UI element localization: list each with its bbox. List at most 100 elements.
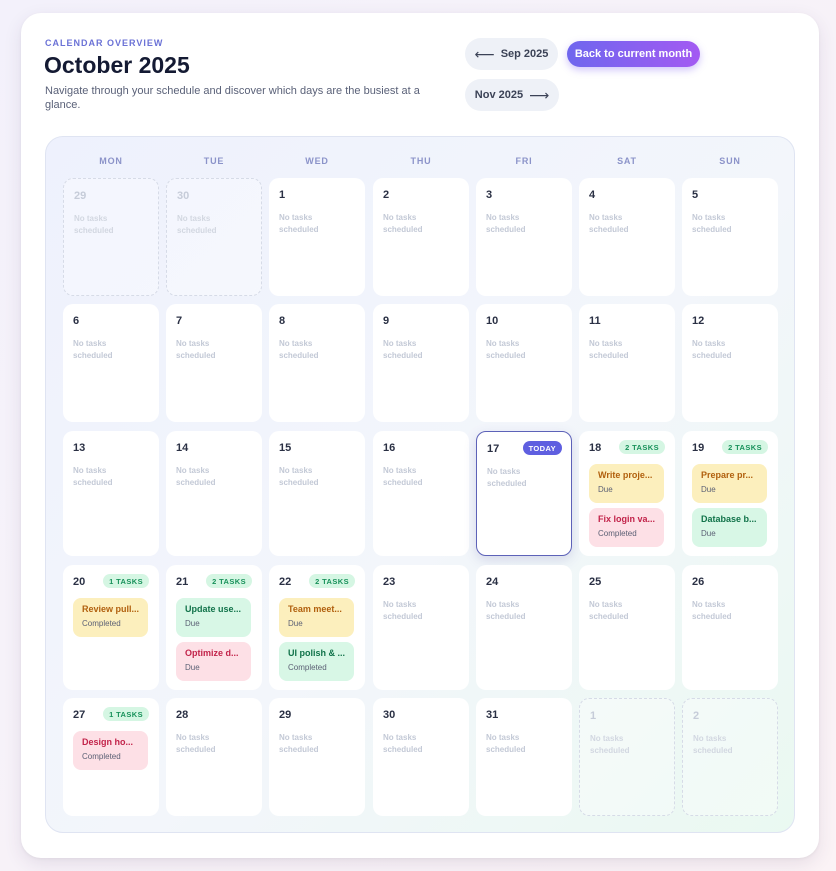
task-chip[interactable]: UI polish & ... Completed: [279, 642, 354, 681]
day-cell[interactable]: 11 No tasks scheduled: [579, 304, 675, 422]
day-number: 23: [383, 576, 396, 588]
no-tasks-text: No tasks scheduled: [73, 339, 113, 360]
weekday-header: MON: [99, 156, 123, 166]
no-tasks-text: No tasks scheduled: [487, 467, 527, 488]
day-number: 17: [487, 443, 500, 455]
day-cell-outside[interactable]: 29 No tasks scheduled: [63, 178, 159, 296]
day-cell[interactable]: 15 No tasks scheduled: [269, 431, 365, 556]
no-tasks-text: No tasks scheduled: [74, 214, 114, 235]
no-tasks-text: No tasks scheduled: [589, 339, 629, 360]
day-cell[interactable]: 16 No tasks scheduled: [373, 431, 469, 556]
day-number: 5: [692, 189, 699, 201]
task-chip[interactable]: Update use... Due: [176, 598, 251, 637]
no-tasks-text: No tasks scheduled: [486, 733, 526, 754]
day-number: 2: [383, 189, 390, 201]
day-cell[interactable]: 1 No tasks scheduled: [269, 178, 365, 296]
day-number: 13: [73, 442, 86, 454]
day-cell[interactable]: 6 No tasks scheduled: [63, 304, 159, 422]
page-title: October 2025: [44, 52, 190, 78]
weekday-header: SAT: [617, 156, 637, 166]
task-title: Optimize d...: [185, 648, 239, 658]
day-number: 24: [486, 576, 499, 588]
day-cell[interactable]: 26 No tasks scheduled: [682, 565, 778, 690]
day-number: 26: [692, 576, 705, 588]
task-chip[interactable]: Review pull... Completed: [73, 598, 148, 637]
no-tasks-text: No tasks scheduled: [383, 339, 423, 360]
day-cell[interactable]: 21 2 TASKS Update use... Due Optimize d... Du…: [166, 565, 262, 690]
calendar-grid: MON TUE WED THU FRI SAT SUN 29 No tasks schedule…: [45, 136, 795, 833]
day-cell[interactable]: 19 2 TASKS Prepare pr... Due Database b... Du…: [682, 431, 778, 556]
task-chip[interactable]: Design ho... Completed: [73, 731, 148, 770]
day-cell[interactable]: 25 No tasks scheduled: [579, 565, 675, 690]
day-cell[interactable]: 28 No tasks scheduled: [166, 698, 262, 816]
day-cell[interactable]: 24 No tasks scheduled: [476, 565, 572, 690]
no-tasks-text: No tasks scheduled: [693, 734, 733, 755]
next-month-button[interactable]: Nov 2025 ⟶: [465, 79, 559, 111]
day-number: 12: [692, 315, 705, 327]
task-chip[interactable]: Fix login va... Completed: [589, 508, 664, 547]
day-number: 27: [73, 709, 86, 721]
no-tasks-text: No tasks scheduled: [383, 733, 423, 754]
day-number: 14: [176, 442, 189, 454]
task-chip[interactable]: Database b... Due: [692, 508, 767, 547]
day-cell[interactable]: 9 No tasks scheduled: [373, 304, 469, 422]
task-chip[interactable]: Write proje... Due: [589, 464, 664, 503]
day-cell[interactable]: 30 No tasks scheduled: [373, 698, 469, 816]
next-month-label: Nov 2025: [474, 89, 524, 101]
day-number: 30: [383, 709, 396, 721]
day-cell[interactable]: 20 1 TASKS Review pull... Completed: [63, 565, 159, 690]
task-status: Due: [185, 619, 200, 628]
day-cell[interactable]: 29 No tasks scheduled: [269, 698, 365, 816]
day-cell[interactable]: 14 No tasks scheduled: [166, 431, 262, 556]
day-number: 28: [176, 709, 189, 721]
prev-month-label: Sep 2025: [500, 48, 549, 60]
calendar-card: CALENDAR OVERVIEW October 2025 Navigate …: [21, 13, 819, 858]
day-cell[interactable]: 22 2 TASKS Team meet... Due UI polish & ... C…: [269, 565, 365, 690]
no-tasks-text: No tasks scheduled: [589, 213, 629, 234]
day-cell[interactable]: 13 No tasks scheduled: [63, 431, 159, 556]
day-number: 19: [692, 442, 705, 454]
day-cell[interactable]: 31 No tasks scheduled: [476, 698, 572, 816]
no-tasks-text: No tasks scheduled: [177, 214, 217, 235]
day-number: 11: [589, 315, 601, 327]
no-tasks-text: No tasks scheduled: [279, 213, 319, 234]
no-tasks-text: No tasks scheduled: [176, 339, 216, 360]
day-number: 18: [589, 442, 602, 454]
prev-month-button[interactable]: ⟵ Sep 2025: [465, 38, 558, 70]
day-cell[interactable]: 12 No tasks scheduled: [682, 304, 778, 422]
task-chip[interactable]: Prepare pr... Due: [692, 464, 767, 503]
day-cell[interactable]: 8 No tasks scheduled: [269, 304, 365, 422]
day-cell[interactable]: 18 2 TASKS Write proje... Due Fix login va..…: [579, 431, 675, 556]
day-number: 29: [279, 709, 292, 721]
task-title: Fix login va...: [598, 514, 655, 524]
day-cell[interactable]: 7 No tasks scheduled: [166, 304, 262, 422]
day-cell[interactable]: 3 No tasks scheduled: [476, 178, 572, 296]
day-cell-outside[interactable]: 1 No tasks scheduled: [579, 698, 675, 816]
day-number: 9: [383, 315, 390, 327]
task-title: Prepare pr...: [701, 470, 754, 480]
no-tasks-text: No tasks scheduled: [486, 213, 526, 234]
task-status: Completed: [82, 619, 121, 628]
task-chip[interactable]: Team meet... Due: [279, 598, 354, 637]
day-cell[interactable]: 27 1 TASKS Design ho... Completed: [63, 698, 159, 816]
no-tasks-text: No tasks scheduled: [383, 466, 423, 487]
task-chip[interactable]: Optimize d... Due: [176, 642, 251, 681]
current-month-button[interactable]: Back to current month: [567, 41, 700, 67]
day-cell[interactable]: 23 No tasks scheduled: [373, 565, 469, 690]
task-title: Team meet...: [288, 604, 342, 614]
day-cell[interactable]: 2 No tasks scheduled: [373, 178, 469, 296]
day-cell-today[interactable]: 17 TODAY No tasks scheduled: [476, 431, 572, 556]
task-status: Due: [701, 485, 716, 494]
no-tasks-text: No tasks scheduled: [692, 213, 732, 234]
task-title: Database b...: [701, 514, 757, 524]
day-cell[interactable]: 10 No tasks scheduled: [476, 304, 572, 422]
day-cell-outside[interactable]: 30 No tasks scheduled: [166, 178, 262, 296]
day-cell[interactable]: 4 No tasks scheduled: [579, 178, 675, 296]
day-cell[interactable]: 5 No tasks scheduled: [682, 178, 778, 296]
weekday-header: WED: [305, 156, 329, 166]
task-status: Completed: [598, 529, 637, 538]
day-cell-outside[interactable]: 2 No tasks scheduled: [682, 698, 778, 816]
arrow-right-icon: ⟶: [529, 87, 550, 103]
no-tasks-text: No tasks scheduled: [692, 600, 732, 621]
day-number: 20: [73, 576, 86, 588]
